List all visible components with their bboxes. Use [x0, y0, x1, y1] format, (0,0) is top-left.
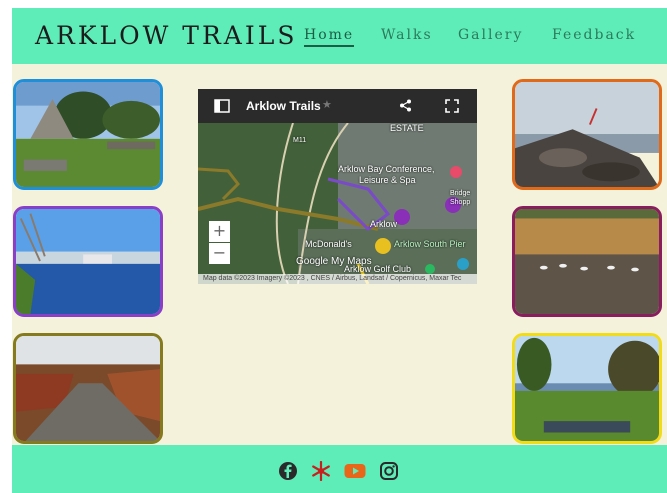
embedded-map[interactable]: ESTATE M11 Arklow Bay Conference, Leisur…: [198, 89, 477, 284]
instagram-icon[interactable]: [379, 461, 399, 481]
star-icon[interactable]: ★: [322, 98, 332, 111]
site-title[interactable]: ARKLOW TRAILS: [35, 21, 297, 50]
reeds-swans-photo[interactable]: [512, 206, 662, 317]
site-header: ARKLOW TRAILS Home Walks Gallery Feedbac…: [12, 8, 667, 64]
page: ARKLOW TRAILS Home Walks Gallery Feedbac…: [12, 8, 667, 493]
map-label-shopping: Shopp: [450, 199, 471, 206]
site-footer: [12, 445, 667, 493]
map-credits: Map data ©2023 Imagery ©2023 , CNES / Ai…: [198, 274, 477, 284]
map-label-road: M11: [293, 137, 307, 144]
share-icon[interactable]: [399, 99, 412, 112]
nav-home[interactable]: Home: [304, 27, 355, 47]
youtube-icon[interactable]: [344, 461, 366, 481]
nav-walks[interactable]: Walks: [381, 27, 433, 43]
fullscreen-icon[interactable]: [445, 99, 459, 113]
map-label-mcdonalds: McDonald's: [305, 239, 352, 249]
map-label-south-pier: Arklow South Pier: [394, 239, 466, 249]
map-label-leisure: Leisure & Spa: [359, 175, 416, 185]
facebook-icon[interactable]: [278, 461, 298, 481]
map-title[interactable]: Arklow Trails: [246, 99, 321, 113]
map-legend-toggle-icon[interactable]: [214, 99, 230, 113]
zoom-out-button[interactable]: −: [209, 243, 230, 264]
pyramid-tomb-photo[interactable]: [13, 79, 163, 190]
zoom-in-button[interactable]: +: [209, 221, 230, 242]
map-label-arklow: Arklow: [370, 219, 398, 229]
map-title-bar: Arklow Trails ★: [198, 89, 477, 123]
nav-feedback[interactable]: Feedback: [552, 27, 636, 43]
snowflake-icon[interactable]: [311, 461, 331, 481]
sea-view-lawn-photo[interactable]: [512, 333, 662, 444]
nav-gallery[interactable]: Gallery: [458, 27, 523, 43]
map-label-estate: ESTATE: [390, 123, 424, 133]
rocky-pier-photo[interactable]: [512, 79, 662, 190]
trail-path-photo[interactable]: [13, 333, 163, 444]
map-label-bridge: Bridge: [450, 190, 471, 197]
river-photo[interactable]: [13, 206, 163, 317]
map-label-conference: Arklow Bay Conference,: [338, 164, 435, 174]
map-watermark: Google My Maps: [296, 256, 372, 267]
